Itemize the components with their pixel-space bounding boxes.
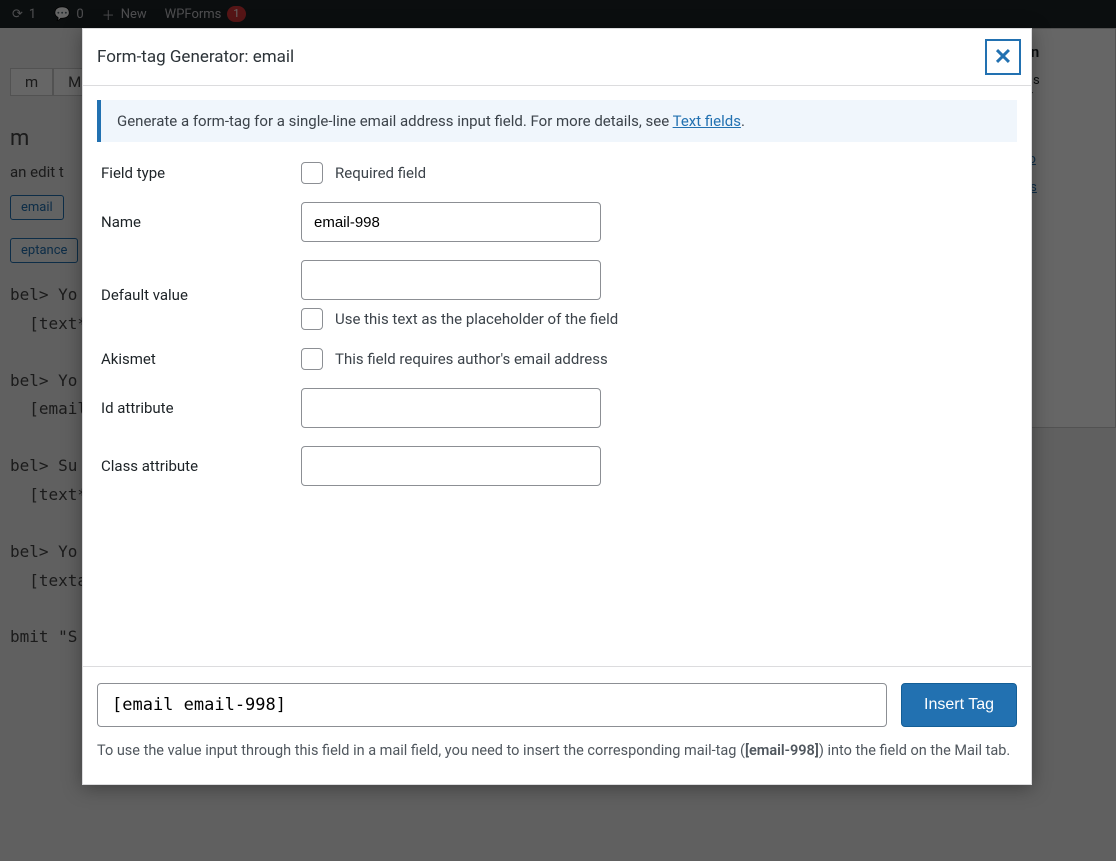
class-attr-input[interactable]	[301, 446, 601, 486]
akismet-label: This field requires author's email addre…	[335, 350, 608, 368]
akismet-row[interactable]: This field requires author's email addre…	[301, 348, 1013, 370]
placeholder-label: Use this text as the placeholder of the …	[335, 310, 618, 328]
name-input[interactable]	[301, 202, 601, 242]
modal-footer: Insert Tag To use the value input throug…	[83, 666, 1031, 784]
label-class-attr: Class attribute	[101, 457, 301, 475]
id-attr-input[interactable]	[301, 388, 601, 428]
label-default-value: Default value	[101, 286, 301, 304]
label-id-attr: Id attribute	[101, 399, 301, 417]
label-field-type: Field type	[101, 164, 301, 182]
close-button[interactable]: ✕	[985, 39, 1021, 75]
footer-hint: To use the value input through this fiel…	[97, 739, 1017, 762]
modal-header: Form-tag Generator: email ✕	[83, 29, 1031, 86]
label-akismet: Akismet	[101, 350, 301, 368]
required-checkbox[interactable]	[301, 162, 323, 184]
label-name: Name	[101, 213, 301, 231]
akismet-checkbox[interactable]	[301, 348, 323, 370]
required-field-row[interactable]: Required field	[301, 162, 1013, 184]
info-banner: Generate a form-tag for a single-line em…	[97, 100, 1017, 142]
modal-title: Form-tag Generator: email	[97, 47, 294, 67]
required-label: Required field	[335, 164, 426, 182]
form-tag-generator-modal: Form-tag Generator: email ✕ Generate a f…	[82, 28, 1032, 785]
tag-output[interactable]	[97, 683, 887, 727]
placeholder-checkbox[interactable]	[301, 308, 323, 330]
mail-tag: [email-998]	[745, 742, 819, 759]
close-icon: ✕	[994, 44, 1012, 70]
text-fields-link[interactable]: Text fields	[673, 112, 741, 130]
default-value-input[interactable]	[301, 260, 601, 300]
insert-tag-button[interactable]: Insert Tag	[901, 683, 1017, 727]
placeholder-row[interactable]: Use this text as the placeholder of the …	[301, 308, 1013, 330]
banner-text: Generate a form-tag for a single-line em…	[117, 112, 673, 130]
banner-end: .	[741, 112, 745, 130]
